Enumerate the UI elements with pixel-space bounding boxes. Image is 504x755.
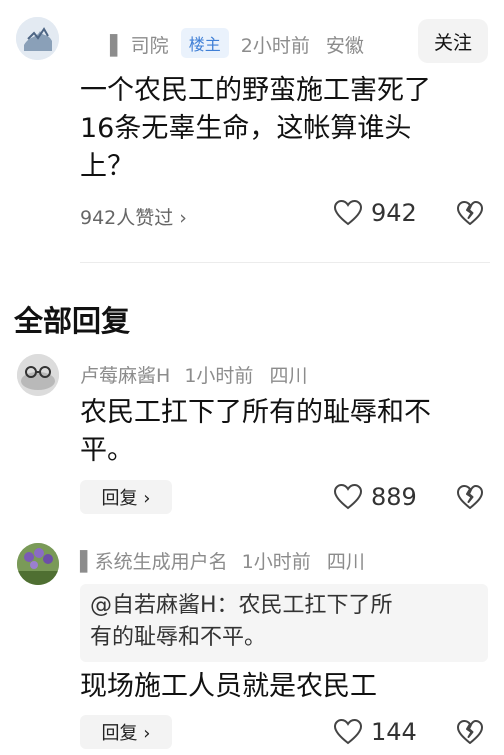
reply-dislike-button[interactable] <box>456 719 484 746</box>
reply-content: 农民工扛下了所有的耻辱和不 平。 <box>80 394 495 470</box>
heart-outline-icon <box>333 483 363 510</box>
reply-time: 1小时前 <box>241 551 311 573</box>
reply-like-button[interactable]: 144 <box>333 718 417 746</box>
reply-meta: ▌系统生成用户名 1小时前 四川 <box>80 547 365 574</box>
broken-heart-icon <box>457 485 483 509</box>
post-meta: ▌ 司院 楼主 2小时前 安徽 <box>110 28 364 58</box>
broken-heart-icon <box>457 720 483 744</box>
post-time: 2小时前 <box>240 35 310 57</box>
reply-location: 四川 <box>326 551 365 573</box>
reply-button[interactable]: 回复 › <box>80 480 172 514</box>
reply-author-avatar[interactable] <box>17 543 59 585</box>
post-dislike-button[interactable] <box>456 200 484 227</box>
reply-author-avatar[interactable] <box>17 354 59 396</box>
section-divider <box>80 262 490 263</box>
post-content-line: 一个农民工的野蛮施工害死了 <box>80 75 431 106</box>
reply-content-line: 现场施工人员就是农民工 <box>80 671 377 702</box>
reply-author-name[interactable]: 卢莓麻酱H <box>80 365 170 387</box>
reply-like-button[interactable]: 889 <box>333 483 417 511</box>
post-content-line: 上？ <box>80 151 134 182</box>
reply-content-line: 农民工扛下了所有的耻辱和不 <box>80 397 431 428</box>
reply-location: 四川 <box>269 365 308 387</box>
follow-button[interactable]: 关注 <box>418 19 488 63</box>
quoted-reply-line: @自若麻酱H：农民工扛下了所 <box>90 593 393 618</box>
reply-like-count: 889 <box>371 483 417 511</box>
reply-author-name[interactable]: ▌系统生成用户名 <box>80 551 228 573</box>
post-location: 安徽 <box>325 35 364 57</box>
post-author-name[interactable]: ▌ 司院 <box>110 35 169 57</box>
reply-like-count: 144 <box>371 718 417 746</box>
heart-outline-icon <box>333 718 363 745</box>
reply-button[interactable]: 回复 › <box>80 715 172 749</box>
op-badge: 楼主 <box>180 28 229 58</box>
reply-content: 现场施工人员就是农民工 <box>80 668 495 706</box>
reply-time: 1小时前 <box>184 365 254 387</box>
quoted-reply-line: 有的耻辱和不平。 <box>90 625 267 650</box>
post-like-button[interactable]: 942 <box>333 199 417 227</box>
post-content: 一个农民工的野蛮施工害死了 16条无辜生命，这帐算谁头 上？ <box>80 72 495 186</box>
post-content-line: 16条无辜生命，这帐算谁头 <box>80 113 412 144</box>
heart-outline-icon <box>333 199 363 226</box>
broken-heart-icon <box>457 201 483 225</box>
reply-dislike-button[interactable] <box>456 484 484 511</box>
all-replies-heading: 全部回复 <box>14 304 131 338</box>
likes-summary-link[interactable]: 942人赞过 › <box>80 203 187 230</box>
post-author-avatar[interactable] <box>16 17 59 60</box>
reply-meta: 卢莓麻酱H 1小时前 四川 <box>80 361 308 388</box>
quoted-reply[interactable]: @自若麻酱H：农民工扛下了所 有的耻辱和不平。 <box>80 584 488 662</box>
reply-content-line: 平。 <box>80 435 134 466</box>
post-like-count: 942 <box>371 199 417 227</box>
